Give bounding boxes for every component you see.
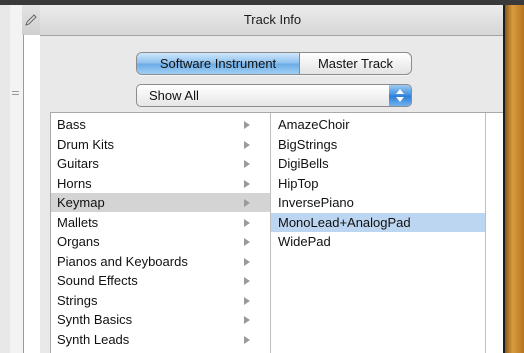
category-item[interactable]: Synth Pads xyxy=(51,349,270,353)
track-type-segmented-control[interactable]: Software Instrument Master Track xyxy=(136,52,412,75)
instrument-item[interactable]: InversePiano xyxy=(271,193,485,212)
category-label: Keymap xyxy=(57,195,105,210)
category-label: Synth Pads xyxy=(57,349,124,353)
instrument-item[interactable]: BigStrings xyxy=(271,135,485,154)
disclosure-arrow-icon xyxy=(244,218,250,227)
category-column: Bass Drum Kits Guitars Horns Keymap Mallets Or… xyxy=(51,113,271,353)
instrument-label: DigiBells xyxy=(278,156,329,171)
desktop-background xyxy=(505,5,524,353)
category-label: Guitars xyxy=(57,156,99,171)
ruler-mark xyxy=(12,91,19,92)
track-header-strip xyxy=(10,5,24,353)
instrument-label: WidePad xyxy=(278,234,331,249)
category-item[interactable]: Synth Leads xyxy=(51,330,270,349)
instrument-item[interactable]: DigiBells xyxy=(271,154,485,173)
disclosure-arrow-icon xyxy=(244,277,250,285)
disclosure-arrow-icon xyxy=(244,257,250,266)
disclosure-arrow-icon xyxy=(244,335,250,344)
category-item[interactable]: Keymap xyxy=(51,193,270,212)
show-filter-popup[interactable]: Show All xyxy=(136,84,412,107)
instrument-item[interactable]: WidePad xyxy=(271,232,485,251)
show-filter-value: Show All xyxy=(149,88,199,103)
instrument-label: BigStrings xyxy=(278,136,338,152)
category-label: Strings xyxy=(57,292,98,308)
ruler-mark xyxy=(12,94,19,95)
category-item[interactable]: Horns xyxy=(51,174,270,193)
track-info-panel: Track Info Software Instrument Master Tr… xyxy=(40,5,506,353)
instrument-label: HipTop xyxy=(278,175,319,191)
category-item[interactable]: Bass xyxy=(51,115,270,134)
category-item[interactable]: Synth Basics xyxy=(51,310,270,329)
category-item[interactable]: Guitars xyxy=(51,154,270,173)
instrument-item[interactable]: AmazeChoir xyxy=(271,115,485,134)
disclosure-arrow-icon xyxy=(244,296,250,305)
panel-title: Track Info xyxy=(40,5,505,36)
popup-arrows-icon xyxy=(389,85,411,106)
disclosure-arrow-icon xyxy=(244,179,250,188)
instrument-browser: Bass Drum Kits Guitars Horns Keymap Mallets Or… xyxy=(50,112,506,353)
category-label: Horns xyxy=(57,175,92,191)
screen: Track Info Software Instrument Master Tr… xyxy=(0,0,524,353)
category-label: Synth Basics xyxy=(57,312,133,327)
category-item[interactable]: Mallets xyxy=(51,213,270,232)
tab-master-track[interactable]: Master Track xyxy=(300,53,411,74)
instrument-label: MonoLead+AnalogPad xyxy=(278,214,411,230)
category-label: Mallets xyxy=(57,214,99,230)
instrument-item[interactable]: HipTop xyxy=(271,174,485,193)
instrument-label: AmazeChoir xyxy=(278,117,350,132)
category-item[interactable]: Strings xyxy=(51,291,270,310)
instrument-item[interactable]: MonoLead+AnalogPad xyxy=(271,212,485,232)
instrument-label: InversePiano xyxy=(278,195,354,210)
disclosure-arrow-icon xyxy=(244,140,250,149)
category-label: Organs xyxy=(57,234,100,249)
category-item[interactable]: Organs xyxy=(51,232,270,251)
disclosure-arrow-icon xyxy=(244,238,250,246)
disclosure-arrow-icon xyxy=(244,199,250,207)
category-item[interactable]: Sound Effects xyxy=(51,271,270,290)
category-item[interactable]: Drum Kits xyxy=(51,135,270,154)
category-label: Pianos and Keyboards xyxy=(57,253,188,269)
category-label: Drum Kits xyxy=(57,136,115,152)
category-label: Sound Effects xyxy=(57,273,138,288)
category-label: Bass xyxy=(57,117,86,132)
category-label: Synth Leads xyxy=(57,331,130,347)
pencil-tool-icon[interactable] xyxy=(22,5,41,35)
disclosure-arrow-icon xyxy=(244,160,250,168)
category-item[interactable]: Pianos and Keyboards xyxy=(51,252,270,271)
disclosure-arrow-icon xyxy=(244,121,250,129)
disclosure-arrow-icon xyxy=(244,316,250,324)
tab-software-instrument[interactable]: Software Instrument xyxy=(137,53,300,74)
pencil-icon xyxy=(25,14,37,26)
instrument-column: AmazeChoir BigStrings DigiBells HipTop Inver… xyxy=(271,113,486,353)
